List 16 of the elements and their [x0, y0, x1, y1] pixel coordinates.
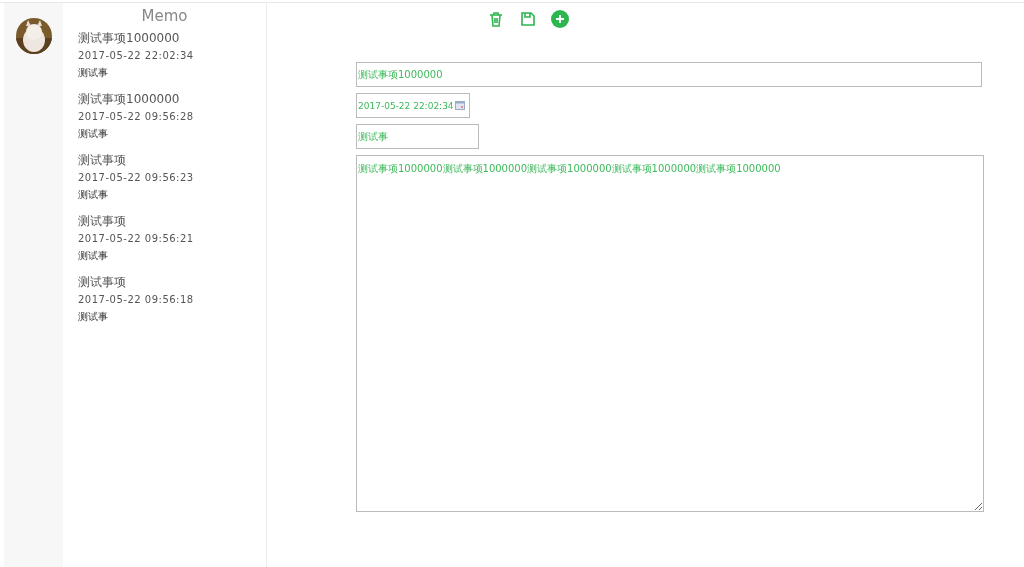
- memo-time: 2017-05-22 22:02:34: [78, 50, 194, 62]
- memo-title[interactable]: 测试事项1000000: [78, 31, 180, 46]
- memo-title[interactable]: 测试事项: [78, 275, 126, 290]
- memo-time: 2017-05-22 09:56:28: [78, 111, 194, 123]
- app-title: Memo: [140, 7, 189, 25]
- memo-note: 测试事: [78, 311, 108, 323]
- memo-note: 测试事: [78, 67, 108, 79]
- memo-note: 测试事: [78, 250, 108, 262]
- memo-time: 2017-05-22 09:56:23: [78, 172, 194, 184]
- memo-time: 2017-05-22 09:56:18: [78, 294, 194, 306]
- memo-title[interactable]: 测试事项1000000: [78, 92, 180, 107]
- memo-title[interactable]: 测试事项: [78, 214, 126, 229]
- memo-title[interactable]: 测试事项: [78, 153, 126, 168]
- memo-note: 测试事: [78, 128, 108, 140]
- memo-note: 测试事: [78, 189, 108, 201]
- memo-time: 2017-05-22 09:56:21: [78, 233, 194, 245]
